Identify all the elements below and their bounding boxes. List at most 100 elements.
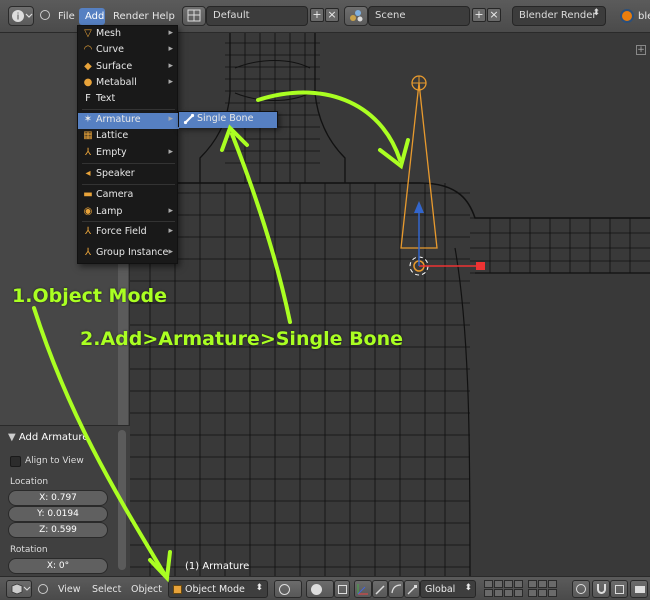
blender-logo-icon [620, 9, 634, 23]
mode-arrows-icon: ⬍ [255, 583, 263, 593]
3d-view-header: View Select Object Object Mode ⬍ Global … [0, 576, 650, 600]
submenu-arrow-icon: ▸ [168, 226, 173, 236]
menu-object[interactable]: Object [131, 584, 162, 595]
location-label: Location [10, 477, 49, 487]
menu-item-label: Text [96, 93, 116, 104]
menu-select[interactable]: Select [92, 584, 121, 595]
pivot-point-button[interactable] [306, 580, 334, 598]
location-y-field[interactable]: Y: 0.0194 [8, 506, 108, 522]
layer-button[interactable] [548, 589, 557, 597]
surface-icon: ◆ [84, 61, 92, 72]
menu-item-metaball[interactable]: ● Metaball ▸ [78, 76, 179, 92]
menu-item-armature[interactable]: ✶ Armature ▸ [78, 113, 179, 129]
menu-help[interactable]: Help [152, 11, 175, 22]
mode-dropdown[interactable]: Object Mode ⬍ [168, 580, 268, 598]
render-preview-button[interactable] [630, 580, 648, 598]
layers-icon-button[interactable] [334, 580, 350, 598]
remove-screen-icon[interactable]: × [325, 8, 339, 22]
armature-submenu: Single Bone [178, 111, 278, 128]
menu-item-group-instance[interactable]: ⅄ Group Instance ▸ [78, 246, 179, 262]
screen-layout-icon-button[interactable] [182, 6, 206, 26]
snap-element-button[interactable] [610, 580, 628, 598]
mesh-icon: ▽ [84, 28, 92, 39]
wire-edge [314, 33, 346, 183]
scene-icon-button[interactable] [344, 6, 368, 26]
layer-button[interactable] [494, 589, 503, 597]
menu-item-lamp[interactable]: ◉ Lamp ▸ [78, 205, 179, 221]
menu-separator [82, 109, 175, 110]
location-z-field[interactable]: Z: 0.599 [8, 522, 108, 538]
menu-item-label: Empty [96, 147, 127, 158]
screen-layout-field[interactable]: Default [206, 6, 308, 26]
rotation-label: Rotation [10, 545, 48, 555]
viewport-shading-button[interactable] [274, 580, 302, 598]
remove-scene-icon[interactable]: × [487, 8, 501, 22]
collapse-menus-icon[interactable] [40, 10, 50, 20]
menu-item-label: Lamp [96, 206, 123, 217]
layer-button[interactable] [494, 580, 503, 588]
layer-button[interactable] [538, 580, 547, 588]
wire-edge [130, 182, 650, 219]
menu-add[interactable]: Add [85, 11, 104, 22]
lamp-icon: ◉ [83, 206, 93, 217]
menu-item-label: Mesh [96, 28, 122, 39]
submenu-arrow-icon: ▸ [168, 44, 173, 54]
editor-type-3d-button[interactable] [6, 580, 32, 598]
menu-view[interactable]: View [58, 584, 81, 595]
snap-toggle[interactable] [592, 580, 610, 598]
menu-file[interactable]: File [58, 11, 75, 22]
proportional-edit-button[interactable] [572, 580, 590, 598]
layer-button[interactable] [538, 589, 547, 597]
scene-field[interactable]: Scene [368, 6, 470, 26]
transform-orientation-dropdown[interactable]: Global ⬍ [420, 580, 476, 598]
layer-button[interactable] [528, 589, 537, 597]
metaball-icon: ● [83, 77, 93, 88]
menu-item-mesh[interactable]: ▽ Mesh ▸ [78, 27, 179, 43]
menu-item-lattice[interactable]: ▦ Lattice [78, 129, 179, 145]
layer-button[interactable] [504, 589, 513, 597]
operator-panel-scrollbar[interactable] [118, 430, 126, 570]
location-x-field[interactable]: X: 0.797 [8, 490, 108, 506]
translate-manipulator[interactable] [372, 580, 388, 598]
layer-button[interactable] [484, 580, 493, 588]
submenu-arrow-icon: ▸ [168, 147, 173, 157]
align-to-view-checkbox[interactable] [10, 456, 21, 467]
layer-buttons-group[interactable] [484, 580, 568, 598]
layer-button[interactable] [528, 580, 537, 588]
add-scene-icon[interactable]: + [472, 8, 486, 22]
menu-item-text[interactable]: F Text [78, 92, 179, 108]
menu-item-empty[interactable]: ⅄ Empty ▸ [78, 146, 179, 162]
operator-panel-header[interactable]: ▼ Add Armature [8, 432, 88, 443]
menu-item-camera[interactable]: ▬ Camera [78, 188, 179, 204]
layer-button[interactable] [514, 580, 523, 588]
collapse-menus-icon-bottom[interactable] [38, 584, 48, 594]
operator-panel: ▼ Add Armature Align to View Location X:… [0, 425, 130, 576]
plus-corner-icon[interactable]: + [636, 45, 646, 55]
active-object-label: (1) Armature [185, 561, 250, 572]
menu-item-label: Force Field [96, 226, 147, 237]
layer-button[interactable] [548, 580, 557, 588]
menu-item-label: Surface [96, 61, 133, 72]
menu-item-single-bone[interactable]: Single Bone [179, 112, 277, 128]
orientation-label: Global [425, 584, 456, 595]
scale-manipulator[interactable] [404, 580, 420, 598]
wire-edge [234, 92, 311, 101]
menu-item-force-field[interactable]: ⅄ Force Field ▸ [78, 225, 179, 241]
bone-icon [183, 113, 195, 125]
align-to-view-label: Align to View [25, 456, 84, 466]
menu-render[interactable]: Render [113, 11, 149, 22]
menu-item-speaker[interactable]: ◂ Speaker [78, 167, 179, 183]
layer-button[interactable] [504, 580, 513, 588]
editor-type-button[interactable]: i [8, 6, 34, 26]
layer-button[interactable] [514, 589, 523, 597]
manipulator-toggle[interactable] [354, 580, 372, 598]
rotate-manipulator[interactable] [388, 580, 404, 598]
triangle-down-icon: ▼ [8, 432, 19, 443]
render-engine-dropdown[interactable]: Blender Render ⬍ [512, 6, 606, 26]
menu-item-curve[interactable]: ◠ Curve ▸ [78, 43, 179, 59]
layer-button[interactable] [484, 589, 493, 597]
shading-sphere-icon [279, 584, 290, 595]
menu-item-surface[interactable]: ◆ Surface ▸ [78, 60, 179, 76]
add-screen-icon[interactable]: + [310, 8, 324, 22]
rotation-x-field[interactable]: X: 0° [8, 558, 108, 574]
